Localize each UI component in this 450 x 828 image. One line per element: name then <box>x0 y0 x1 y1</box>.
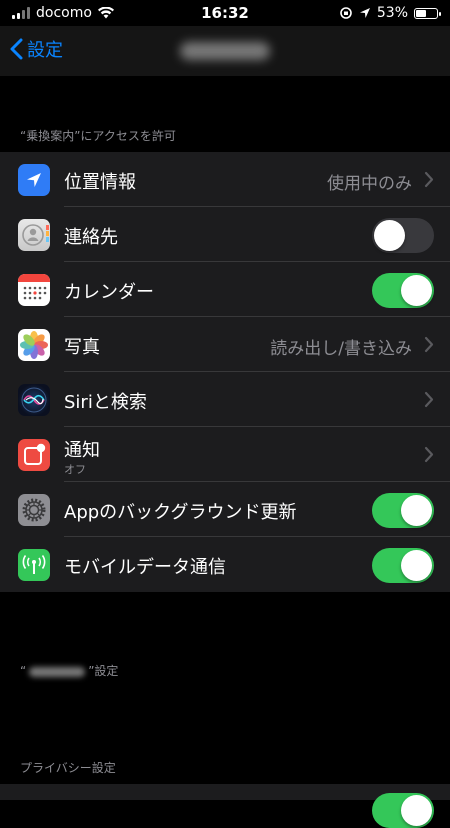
calendar-toggle[interactable] <box>372 273 434 308</box>
toggle-knob <box>401 550 432 581</box>
status-bar: docomo 16:32 53% <box>0 0 450 26</box>
row-notifications[interactable]: 通知 オフ <box>0 427 450 482</box>
header-quote-open: “ <box>20 664 27 678</box>
antenna-icon <box>18 549 50 581</box>
toggle-knob <box>401 275 432 306</box>
row-calendar: カレンダー <box>0 262 450 317</box>
status-right: 53% <box>339 5 441 21</box>
header-suffix: ”設定 <box>88 664 119 678</box>
row-label: モバイルデータ通信 <box>64 557 226 578</box>
row-label: Appのバックグラウンド更新 <box>64 502 297 523</box>
location-services-icon <box>359 8 370 18</box>
row-value: 読み出し/書き込み <box>270 339 412 359</box>
row-photos[interactable]: 写真 読み出し/書き込み <box>0 317 450 372</box>
privacy-toggle[interactable] <box>372 793 434 828</box>
location-arrow-icon <box>18 164 50 196</box>
chevron-right-icon <box>424 171 434 188</box>
contacts-toggle[interactable] <box>372 218 434 253</box>
row-mobile-data: モバイルデータ通信 <box>0 537 450 592</box>
row-label: 連絡先 <box>64 227 118 248</box>
chevron-right-icon <box>424 446 434 463</box>
section-header-access: “乗換案内”にアクセスを許可 <box>20 129 176 143</box>
notification-icon <box>18 439 50 471</box>
battery-icon <box>414 7 441 19</box>
toggle-knob <box>374 220 405 251</box>
photos-icon <box>18 329 50 361</box>
nav-title-redacted <box>180 42 270 60</box>
contacts-icon <box>18 219 50 251</box>
row-contacts: 連絡先 <box>0 207 450 262</box>
row-label: カレンダー <box>64 282 154 303</box>
row-label: 写真 <box>64 337 100 358</box>
mobile-data-toggle[interactable] <box>372 548 434 583</box>
row-label: 通知 <box>64 440 100 461</box>
chevron-right-icon <box>424 391 434 408</box>
back-label: 設定 <box>27 40 63 61</box>
toggle-knob <box>401 495 432 526</box>
chevron-right-icon <box>424 336 434 353</box>
redacted-app-name <box>29 666 86 677</box>
orientation-lock-icon <box>340 7 352 19</box>
row-background-refresh: Appのバックグラウンド更新 <box>0 482 450 537</box>
row-siri[interactable]: Siriと検索 <box>0 372 450 427</box>
battery-percent: 53% <box>376 5 408 21</box>
row-label: Siriと検索 <box>64 392 147 413</box>
back-button[interactable]: 設定 <box>10 36 63 62</box>
access-group: 位置情報 使用中のみ 連絡先 カレンダー 写真 読み出し/書き込み Siriと検… <box>0 152 450 592</box>
section-header-app-settings: “ ”設定 <box>20 662 118 679</box>
privacy-group <box>0 784 450 828</box>
row-sublabel: オフ <box>64 463 86 476</box>
calendar-icon <box>18 274 50 306</box>
row-value: 使用中のみ <box>327 174 412 194</box>
section-header-privacy: プライバシー設定 <box>20 761 116 775</box>
navigation-bar: 設定 <box>0 26 450 76</box>
chevron-left-icon <box>10 38 23 60</box>
background-refresh-toggle[interactable] <box>372 493 434 528</box>
siri-icon <box>18 384 50 416</box>
row-location[interactable]: 位置情報 使用中のみ <box>0 152 450 207</box>
row-label: 位置情報 <box>64 172 136 193</box>
gear-icon <box>18 494 50 526</box>
